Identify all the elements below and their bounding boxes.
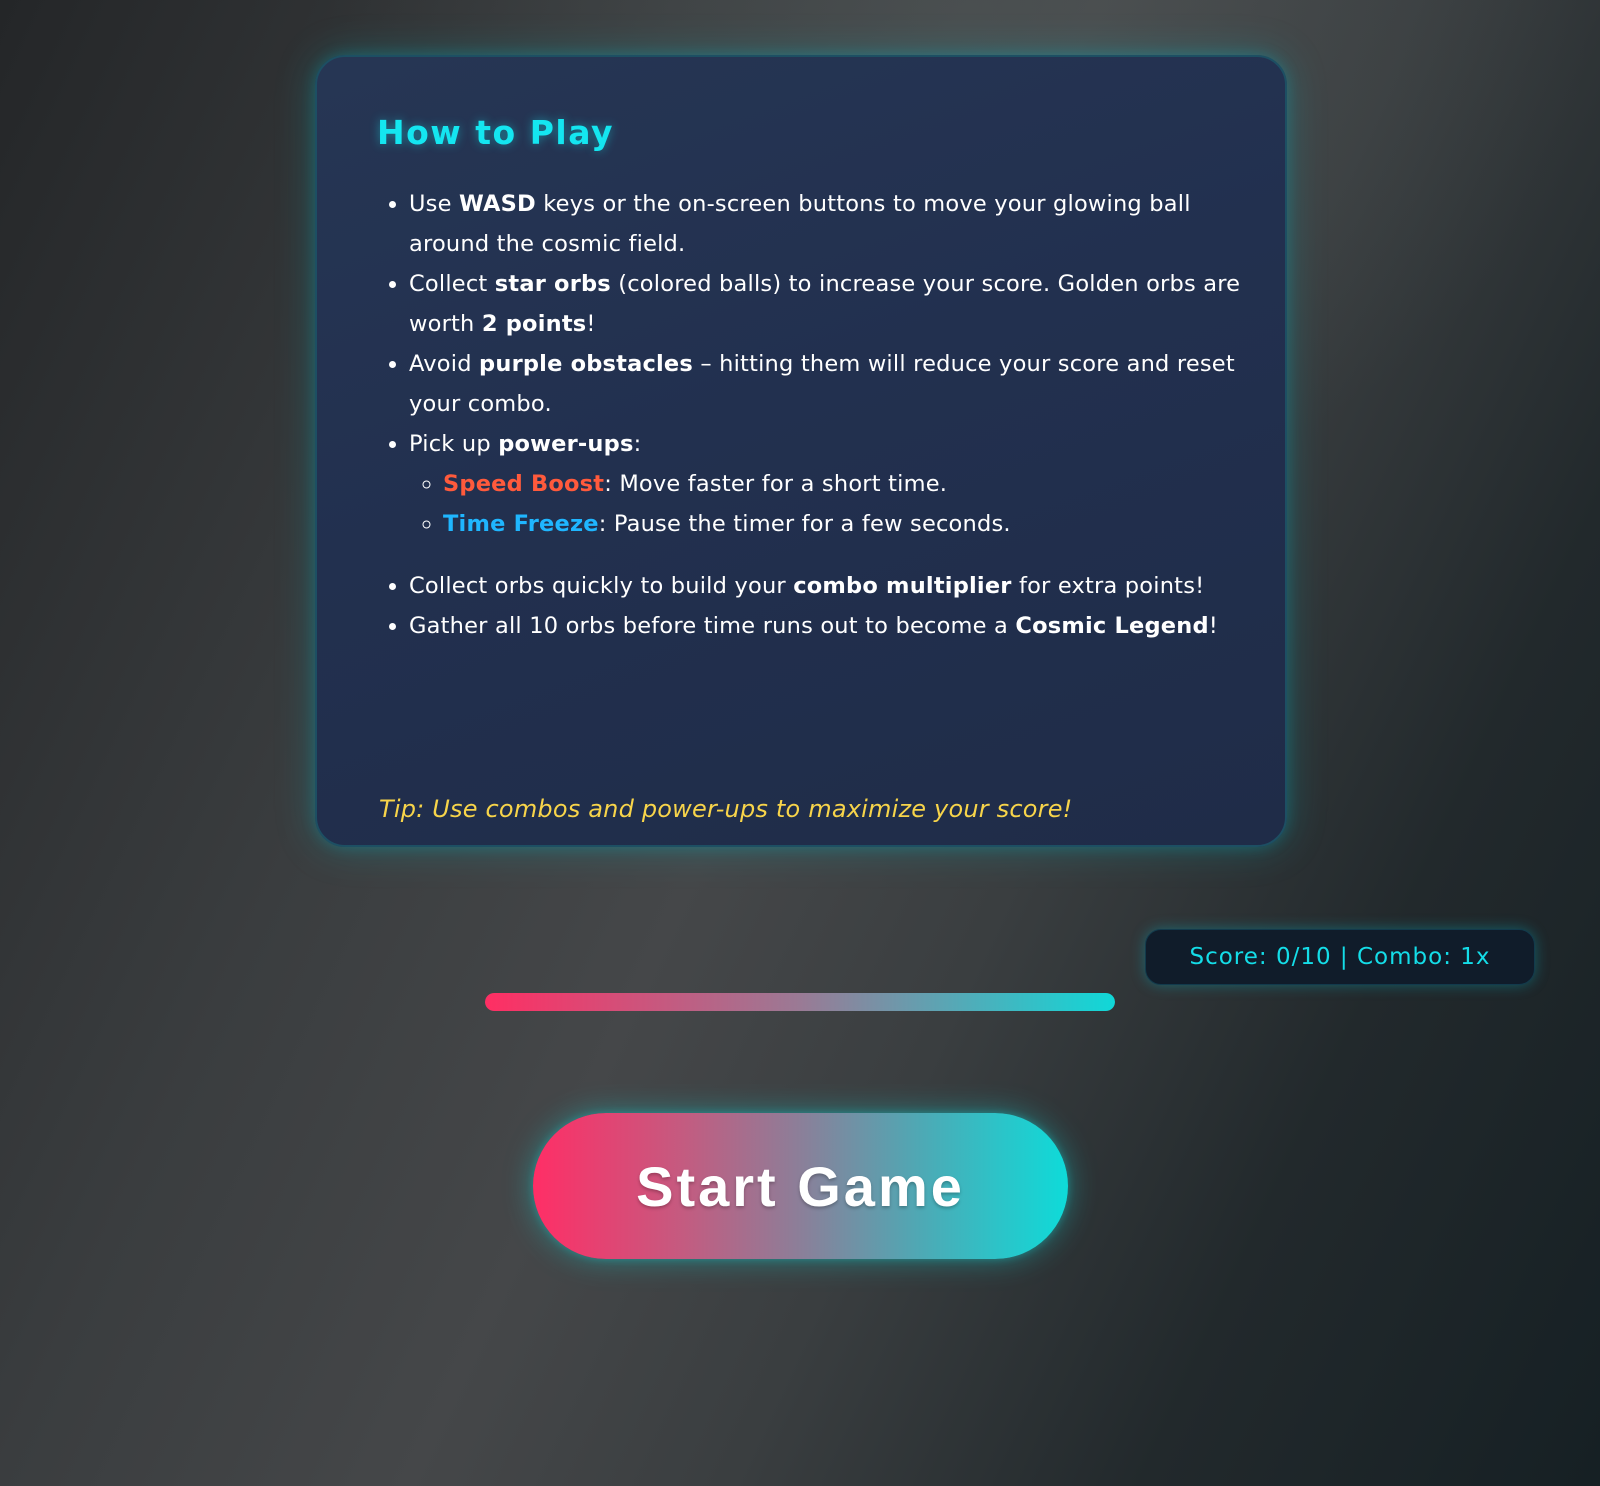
- rule-item-combo: Collect orbs quickly to build your combo…: [409, 566, 1269, 606]
- rule-text: :: [633, 431, 642, 457]
- rule-item-goal: Gather all 10 orbs before time runs out …: [409, 606, 1269, 646]
- rule-highlight: star orbs: [494, 271, 611, 297]
- rule-item-avoid: Avoid purple obstacles – hitting them wi…: [409, 344, 1269, 424]
- powerups-list: Speed Boost: Move faster for a short tim…: [409, 464, 1269, 544]
- how-to-play-title: How to Play: [377, 113, 614, 152]
- rules-list: Use WASD keys or the on-screen buttons t…: [377, 184, 1269, 646]
- powerup-desc: : Pause the timer for a few seconds.: [598, 511, 1011, 537]
- how-to-play-panel: How to Play Use WASD keys or the on-scre…: [315, 55, 1287, 847]
- rule-text: !: [1208, 613, 1219, 639]
- rule-highlight: Cosmic Legend: [1015, 613, 1209, 639]
- timer-bar: [485, 993, 1115, 1011]
- rule-highlight: 2 points: [481, 311, 587, 337]
- rule-text: !: [586, 311, 596, 337]
- rule-item-powerups: Pick up power-ups: Speed Boost: Move fas…: [409, 424, 1269, 544]
- rule-text: for extra points!: [1011, 573, 1205, 599]
- rule-text: Collect: [409, 271, 495, 297]
- timer-bar-fill: [485, 993, 1115, 1011]
- powerup-name: Speed Boost: [443, 471, 605, 497]
- powerup-item-time-freeze: Time Freeze: Pause the timer for a few s…: [443, 504, 1269, 544]
- powerup-name: Time Freeze: [443, 511, 599, 537]
- powerup-item-speed-boost: Speed Boost: Move faster for a short tim…: [443, 464, 1269, 504]
- rule-text: Pick up: [409, 431, 499, 457]
- rule-text: Gather all 10 orbs before time runs out …: [409, 613, 1016, 639]
- score-combo-display: Score: 0/10 | Combo: 1x: [1145, 929, 1535, 985]
- rule-item-movement: Use WASD keys or the on-screen buttons t…: [409, 184, 1269, 264]
- rule-text: Use: [409, 191, 459, 217]
- rule-highlight: combo multiplier: [793, 573, 1012, 599]
- powerup-desc: : Move faster for a short time.: [604, 471, 948, 497]
- tip-text: Tip: Use combos and power-ups to maximiz…: [379, 795, 1073, 823]
- rule-highlight: power-ups: [498, 431, 634, 457]
- rule-text: Collect orbs quickly to build your: [409, 573, 794, 599]
- rule-text: Avoid: [409, 351, 480, 377]
- start-game-button[interactable]: Start Game: [533, 1113, 1068, 1259]
- rule-highlight: WASD: [459, 191, 536, 217]
- rule-item-collect: Collect star orbs (colored balls) to inc…: [409, 264, 1269, 344]
- rule-highlight: purple obstacles: [479, 351, 693, 377]
